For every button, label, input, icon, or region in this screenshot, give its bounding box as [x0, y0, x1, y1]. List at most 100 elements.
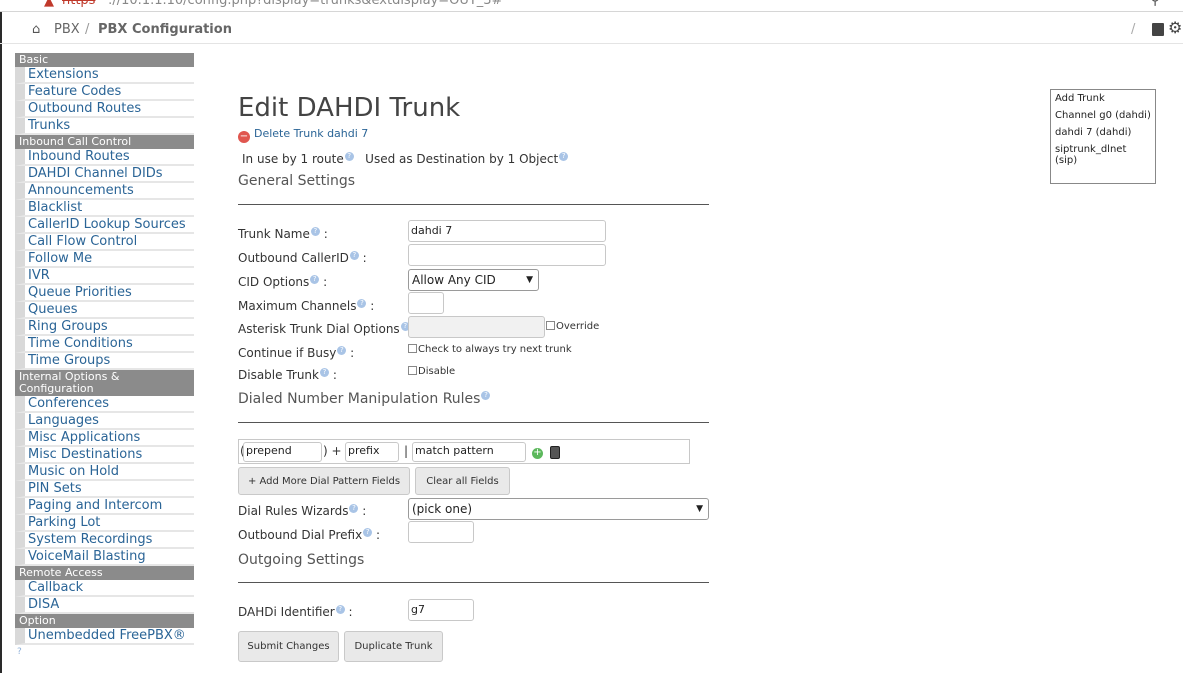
sidebar-item-pin-sets[interactable]: PIN Sets — [15, 481, 194, 498]
sidebar-item-parking-lot[interactable]: Parking Lot — [15, 515, 194, 532]
checkbox-icon[interactable] — [408, 366, 417, 375]
pipe-separator: | — [404, 444, 409, 458]
prepend-input[interactable]: prepend — [243, 442, 322, 462]
sidebar-item-queues[interactable]: Queues — [15, 302, 194, 319]
outbound-callerid-input[interactable] — [408, 244, 606, 266]
breadcrumb-pbx[interactable]: PBX — [54, 22, 80, 37]
sidebar-item-announcements[interactable]: Announcements — [15, 183, 194, 200]
help-icon[interactable]: ? — [320, 368, 329, 377]
add-icon[interactable]: + — [532, 448, 543, 459]
match-pattern-input[interactable]: match pattern — [412, 442, 526, 462]
sidebar-item-misc-destinations[interactable]: Misc Destinations — [15, 447, 194, 464]
trunk-list-item[interactable]: siptrunk_dlnet (sip) — [1055, 144, 1151, 166]
help-icon[interactable]: ? — [335, 605, 345, 614]
sidebar-item-call-flow-control[interactable]: Call Flow Control — [15, 234, 194, 251]
breadcrumb-pbx-configuration[interactable]: PBX Configuration — [98, 22, 232, 37]
sidebar-item-dahdi-channel-dids[interactable]: DAHDI Channel DIDs — [15, 166, 194, 183]
used-as-destination-text: Used as Destination by 1 Object — [365, 152, 559, 166]
cid-options-select[interactable]: Allow Any CID ▼ — [408, 269, 539, 291]
add-more-dial-pattern-button[interactable]: + Add More Dial Pattern Fields — [238, 467, 410, 495]
help-icon[interactable]: ? — [349, 251, 359, 260]
checkbox-icon[interactable] — [408, 344, 417, 353]
dahdi-id-label: DAHDi Identifier? : — [238, 605, 353, 619]
sidebar-item-queue-priorities[interactable]: Queue Priorities — [15, 285, 194, 302]
sidebar-item-extensions[interactable]: Extensions — [15, 67, 194, 84]
sidebar-nav: Basic Extensions Feature Codes Outbound Rou… — [15, 53, 194, 645]
security-warning-icon: ▲ — [44, 0, 54, 9]
sidebar-item-conferences[interactable]: Conferences — [15, 396, 194, 413]
outbound-callerid-label: Outbound CallerID? : — [238, 251, 367, 265]
override-checkbox[interactable]: Override — [546, 321, 599, 332]
sidebar-item-blacklist[interactable]: Blacklist — [15, 200, 194, 217]
sidebar-item-ring-groups[interactable]: Ring Groups — [15, 319, 194, 336]
duplicate-trunk-button[interactable]: Duplicate Trunk — [344, 631, 443, 662]
gear-icon[interactable]: ⚙ — [1168, 18, 1182, 37]
clear-all-fields-button[interactable]: Clear all Fields — [415, 467, 510, 495]
sidebar-item-time-groups[interactable]: Time Groups — [15, 353, 194, 370]
trunk-name-input[interactable]: dahdi 7 — [408, 220, 606, 242]
sidebar-item-trunks[interactable]: Trunks — [15, 118, 194, 135]
sidebar-item-callerid-lookup-sources[interactable]: CallerID Lookup Sources — [15, 217, 194, 234]
dial-options-input — [408, 316, 545, 338]
disable-trunk-label: Disable Trunk? : — [238, 368, 337, 382]
sidebar-item-system-recordings[interactable]: System Recordings — [15, 532, 194, 549]
dial-wizard-value: (pick one) — [412, 502, 473, 516]
trunk-list-item[interactable]: dahdi 7 (dahdi) — [1055, 127, 1151, 138]
help-icon[interactable]: ? — [363, 528, 373, 537]
checkbox-icon[interactable] — [546, 321, 555, 330]
document-icon[interactable] — [1152, 23, 1164, 36]
sidebar-item-feature-codes[interactable]: Feature Codes — [15, 84, 194, 101]
dahdi-id-input[interactable]: g7 — [408, 599, 474, 621]
dialed-rules-title: Dialed Number Manipulation Rules? — [238, 391, 491, 407]
sidebar-item-inbound-routes[interactable]: Inbound Routes — [15, 149, 194, 166]
help-icon[interactable]: ? — [481, 391, 491, 401]
sidebar-section-header: Basic — [15, 53, 194, 67]
help-icon[interactable]: ? — [357, 299, 367, 308]
chevron-down-icon: ▼ — [696, 504, 703, 514]
delete-icon: − — [238, 131, 250, 143]
sidebar-item-follow-me[interactable]: Follow Me — [15, 251, 194, 268]
help-icon[interactable]: ? — [559, 152, 569, 161]
trunk-list-panel: Add Trunk Channel g0 (dahdi) dahdi 7 (dahd… — [1050, 89, 1156, 184]
help-icon[interactable]: ? — [310, 227, 320, 236]
sidebar-item-music-on-hold[interactable]: Music on Hold — [15, 464, 194, 481]
trunk-list-item[interactable]: Channel g0 (dahdi) — [1055, 110, 1151, 121]
outbound-prefix-input[interactable] — [408, 521, 474, 543]
disable-trunk-checkbox[interactable]: Disable — [408, 366, 455, 377]
home-icon[interactable]: ⌂ — [32, 22, 40, 37]
paren-close-plus: ) + — [323, 444, 342, 458]
help-icon[interactable]: ? — [310, 275, 320, 284]
dial-wizard-label: Dial Rules Wizards? : — [238, 504, 367, 518]
sidebar-item-disa[interactable]: DISA — [15, 597, 194, 614]
trash-icon[interactable] — [550, 446, 560, 459]
sidebar-item-voicemail-blasting[interactable]: VoiceMail Blasting — [15, 549, 194, 566]
sidebar-item-misc-applications[interactable]: Misc Applications — [15, 430, 194, 447]
dial-wizard-select[interactable]: (pick one) ▼ — [408, 498, 709, 520]
sidebar-item-languages[interactable]: Languages — [15, 413, 194, 430]
sidebar-item-callback[interactable]: Callback — [15, 580, 194, 597]
sidebar-item-ivr[interactable]: IVR — [15, 268, 194, 285]
cid-options-label: CID Options? : — [238, 275, 328, 289]
help-icon[interactable]: ? — [17, 647, 22, 657]
prefix-input[interactable]: prefix — [345, 442, 399, 462]
delete-trunk-link[interactable]: − Delete Trunk dahdi 7 — [238, 127, 368, 143]
submit-changes-button[interactable]: Submit Changes — [238, 631, 339, 662]
address-bar[interactable]: ▲ https ://10.1.1.10/config.php?display=… — [0, 0, 1183, 12]
sidebar-item-time-conditions[interactable]: Time Conditions — [15, 336, 194, 353]
sidebar-item-outbound-routes[interactable]: Outbound Routes — [15, 101, 194, 118]
section-divider — [238, 204, 709, 205]
help-icon[interactable]: ? — [344, 152, 354, 161]
continue-busy-checkbox[interactable]: Check to always try next trunk — [408, 344, 572, 355]
general-settings-title: General Settings — [238, 173, 356, 189]
sidebar-item-unembedded-freepbx[interactable]: Unembedded FreePBX® — [15, 628, 194, 645]
help-icon[interactable]: ? — [349, 504, 359, 513]
help-icon[interactable]: ? — [337, 346, 347, 355]
search-icon[interactable]: ⚲ — [1150, 0, 1160, 8]
chevron-down-icon: ▼ — [526, 275, 533, 285]
section-divider — [238, 582, 709, 583]
delete-trunk-text[interactable]: Delete Trunk dahdi 7 — [254, 127, 368, 140]
trunk-list-item[interactable]: Add Trunk — [1055, 93, 1151, 104]
max-channels-input[interactable] — [408, 292, 444, 314]
sidebar-section-header: Inbound Call Control — [15, 135, 194, 149]
sidebar-item-paging-and-intercom[interactable]: Paging and Intercom — [15, 498, 194, 515]
